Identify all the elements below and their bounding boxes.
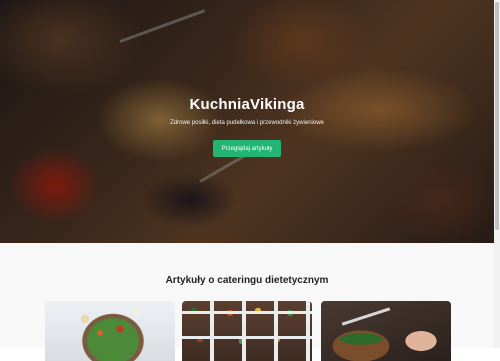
site-tagline: Zdrowe posiłki, dieta pudełkowa i przewo… (170, 120, 324, 126)
articles-section-title: Artykuły o cateringu dietetycznym (165, 275, 329, 286)
articles-section: Artykuły o cateringu dietetycznym (0, 243, 494, 361)
article-card-image-salad-bowl[interactable] (45, 301, 175, 361)
page-scrollbar[interactable] (494, 0, 500, 348)
site-title: KuchniaVikinga (189, 96, 305, 113)
hero-banner: KuchniaVikinga Zdrowe posiłki, dieta pud… (0, 0, 494, 243)
scrollbar-thumb[interactable] (495, 2, 499, 230)
article-card-image-chef-cooking[interactable] (321, 301, 451, 361)
knife-decoration (341, 307, 391, 326)
browse-articles-button[interactable]: Przeglądaj artykuły (213, 140, 281, 157)
article-card-image-meal-boxes[interactable] (182, 301, 312, 361)
